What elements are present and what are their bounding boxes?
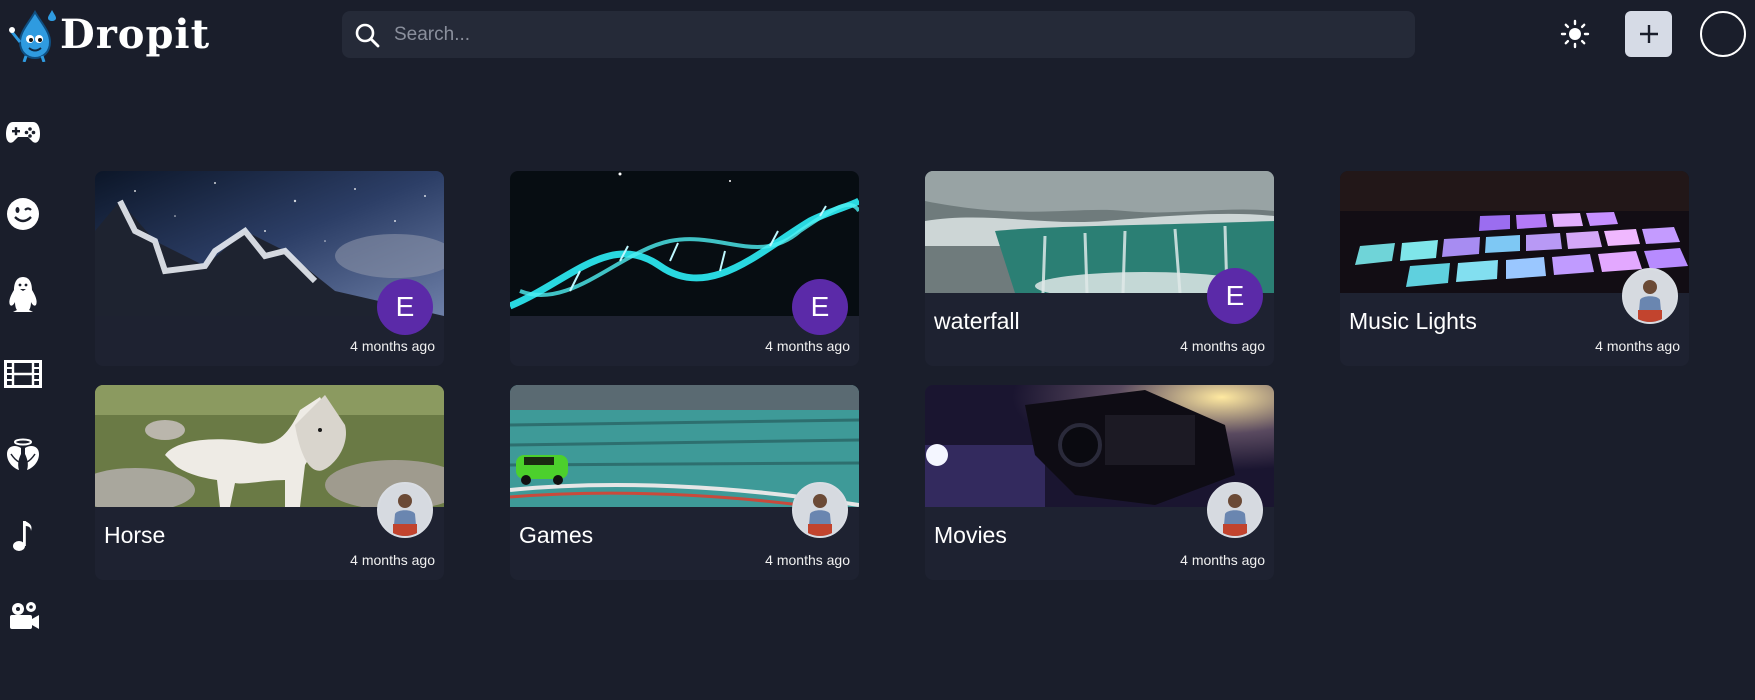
post-title: Movies — [934, 522, 1007, 548]
sidebar-item-memes[interactable] — [3, 194, 43, 234]
post-title: Horse — [104, 522, 166, 548]
sidebar-item-spiritual[interactable] — [3, 435, 43, 475]
brand-logo[interactable]: Dropit — [8, 6, 210, 62]
post-card[interactable]: Movies 4 months ago — [925, 385, 1274, 580]
user-photo-icon — [379, 484, 431, 536]
add-post-button[interactable] — [1625, 11, 1672, 57]
sidebar-item-movies[interactable] — [3, 354, 43, 394]
post-title: waterfall — [934, 308, 1020, 334]
user-photo-icon — [1624, 270, 1676, 322]
user-photo-icon — [1209, 484, 1261, 536]
post-title: Music Lights — [1349, 308, 1477, 334]
post-card[interactable]: Games 4 months ago — [510, 385, 859, 580]
post-card[interactable]: E 4 months ago — [95, 171, 444, 366]
sidebar-item-animals[interactable] — [3, 274, 43, 314]
post-title: Games — [519, 522, 594, 548]
post-timestamp: 4 months ago — [1180, 338, 1265, 354]
water-drop-mascot-icon — [9, 10, 56, 62]
author-avatar[interactable]: E — [792, 279, 848, 335]
post-card[interactable]: waterfall E 4 months ago — [925, 171, 1274, 366]
post-card[interactable]: Horse 4 months ago — [95, 385, 444, 580]
penguin-icon — [9, 277, 37, 312]
post-card[interactable]: E 4 months ago — [510, 171, 859, 366]
sidebar-item-music[interactable] — [3, 516, 43, 556]
search-bar — [342, 11, 1415, 58]
author-avatar[interactable] — [1207, 482, 1263, 538]
angel-wings-icon — [7, 438, 39, 470]
sun-icon — [1560, 19, 1590, 49]
author-avatar[interactable] — [792, 482, 848, 538]
author-avatar[interactable]: E — [377, 279, 433, 335]
author-avatar[interactable]: E — [1207, 268, 1263, 324]
post-card[interactable]: Music Lights 4 months ago — [1340, 171, 1689, 366]
search-icon[interactable] — [354, 22, 380, 48]
search-input[interactable] — [380, 11, 1415, 58]
post-timestamp: 4 months ago — [350, 338, 435, 354]
plus-icon — [1639, 25, 1658, 43]
post-timestamp: 4 months ago — [765, 552, 850, 568]
post-timestamp: 4 months ago — [1595, 338, 1680, 354]
sidebar-item-games[interactable] — [3, 112, 43, 152]
music-note-icon — [13, 521, 32, 551]
smiley-icon — [7, 198, 39, 230]
film-strip-icon — [4, 360, 42, 388]
author-avatar[interactable] — [1622, 268, 1678, 324]
sidebar-item-videos[interactable] — [3, 596, 43, 636]
film-camera-icon — [10, 602, 39, 629]
gamepad-icon — [6, 122, 40, 143]
author-avatar[interactable] — [377, 482, 433, 538]
post-timestamp: 4 months ago — [765, 338, 850, 354]
theme-toggle-button[interactable] — [1558, 17, 1592, 51]
post-timestamp: 4 months ago — [350, 552, 435, 568]
brand-name: Dropit — [60, 10, 211, 58]
user-photo-icon — [794, 484, 846, 536]
user-avatar-button[interactable] — [1700, 11, 1746, 57]
post-timestamp: 4 months ago — [1180, 552, 1265, 568]
